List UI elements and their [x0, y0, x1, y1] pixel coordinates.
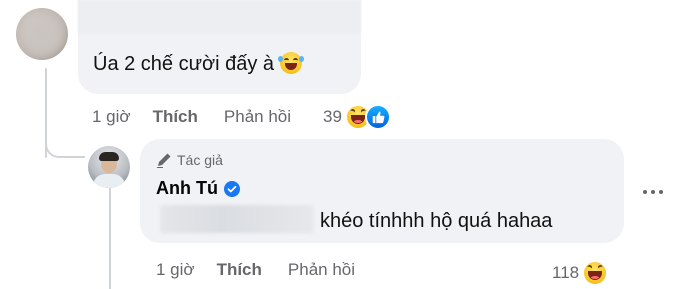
- redacted-mention: [160, 205, 314, 233]
- commenter-avatar[interactable]: [16, 8, 68, 60]
- rolling-laughing-emoji-icon: [277, 52, 304, 74]
- comment-text: Úa 2 chế cười đấy à: [93, 52, 304, 76]
- reply-button[interactable]: Phản hồi: [224, 107, 291, 127]
- pen-icon: [157, 153, 171, 168]
- reply-like-button[interactable]: Thích: [217, 260, 262, 280]
- like-reaction-icon[interactable]: [364, 104, 391, 130]
- like-button[interactable]: Thích: [153, 107, 198, 127]
- reply-connector: [45, 130, 85, 158]
- author-avatar[interactable]: [88, 146, 130, 188]
- more-options-button[interactable]: [638, 180, 668, 204]
- blurred-commenter-name: [78, 0, 361, 34]
- reply-reply-button[interactable]: Phản hồi: [288, 260, 355, 280]
- author-name[interactable]: Anh Tú: [156, 178, 240, 199]
- comment-bubble: Úa 2 chế cười đấy à: [78, 0, 361, 94]
- haha-reaction-icon[interactable]: [582, 260, 609, 286]
- reply-thread-line: [109, 188, 111, 289]
- author-badge: Tác giả: [156, 152, 223, 168]
- reply-actions: 1 giờ Thích Phản hồi: [156, 260, 355, 280]
- reply-text: khéo tínhhh hộ quá hahaa: [320, 210, 553, 232]
- comment-actions: 1 giờ Thích Phản hồi 39: [92, 104, 391, 130]
- reaction-count[interactable]: 39: [323, 107, 342, 127]
- reply-reaction-count[interactable]: 118: [552, 263, 579, 283]
- reply-reactions[interactable]: 118: [552, 260, 609, 286]
- comment-timestamp[interactable]: 1 giờ: [92, 107, 131, 127]
- verified-badge-icon: [223, 180, 240, 197]
- reply-timestamp[interactable]: 1 giờ: [156, 260, 195, 280]
